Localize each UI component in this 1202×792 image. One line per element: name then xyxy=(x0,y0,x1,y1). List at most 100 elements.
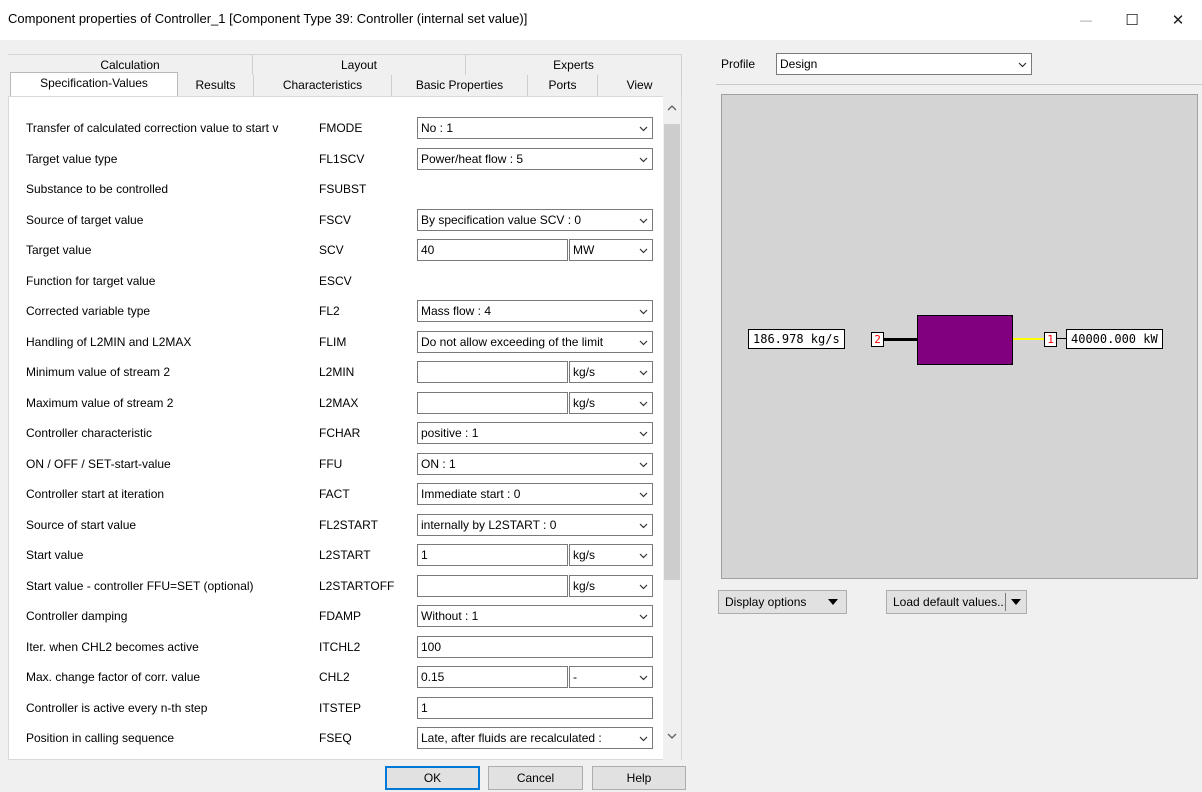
fseq-select[interactable]: Late, after fluids are recalculated : xyxy=(417,727,653,749)
select-value: positive : 1 xyxy=(421,426,479,440)
fl2start-select[interactable]: internally by L2START : 0 xyxy=(417,514,653,536)
property-label: Max. change factor of corr. value xyxy=(26,670,201,684)
chevron-down-icon xyxy=(639,370,648,376)
load-default-values-button[interactable]: Load default values... xyxy=(886,590,1027,614)
flim-select[interactable]: Do not allow exceeding of the limit xyxy=(417,331,653,353)
property-label: Function for target value xyxy=(26,274,156,288)
port-2-marker[interactable]: 2 xyxy=(871,332,884,347)
chevron-down-icon xyxy=(639,401,648,407)
property-code: FSUBST xyxy=(319,182,367,196)
tab-ports[interactable]: Ports xyxy=(528,75,598,96)
scrollbar-thumb[interactable] xyxy=(664,124,680,580)
profile-select-value: Design xyxy=(780,57,818,71)
scroll-up-arrow[interactable] xyxy=(664,100,680,116)
property-label: Minimum value of stream 2 xyxy=(26,365,171,379)
l2min-unit-select[interactable]: kg/s xyxy=(569,361,653,383)
itchl2-input[interactable]: 100 xyxy=(417,636,653,658)
property-code: FLIM xyxy=(319,335,347,349)
help-button[interactable]: Help xyxy=(592,766,686,790)
caret-down-icon xyxy=(828,599,838,605)
ok-button[interactable]: OK xyxy=(385,766,480,790)
chevron-down-icon xyxy=(639,523,648,529)
l2startoff-unit-select[interactable]: kg/s xyxy=(569,575,653,597)
caret-down-icon[interactable] xyxy=(1011,599,1021,606)
l2min-input[interactable] xyxy=(417,361,568,383)
profile-select[interactable]: Design xyxy=(776,53,1032,75)
property-code: FL2START xyxy=(319,518,378,532)
property-label: Position in calling sequence xyxy=(26,731,175,745)
controller-block[interactable] xyxy=(917,315,1013,365)
chevron-down-icon xyxy=(639,584,648,590)
property-label: Transfer of calculated correction value … xyxy=(26,121,279,135)
fl2-select[interactable]: Mass flow : 4 xyxy=(417,300,653,322)
chevron-down-icon xyxy=(639,462,648,468)
select-value: Without : 1 xyxy=(421,609,479,623)
select-value: Immediate start : 0 xyxy=(421,487,521,501)
unit-value: MW xyxy=(573,243,595,257)
specification-values-panel: Transfer of calculated correction value … xyxy=(8,96,682,760)
fact-select[interactable]: Immediate start : 0 xyxy=(417,483,653,505)
tab-characteristics[interactable]: Characteristics xyxy=(254,75,392,96)
tab-specification-values[interactable]: Specification-Values xyxy=(10,72,178,96)
select-value: No : 1 xyxy=(421,121,454,135)
l2max-unit-select[interactable]: kg/s xyxy=(569,392,653,414)
scroll-down-arrow[interactable] xyxy=(664,728,680,744)
left-stream-value: 186.978 kg/s xyxy=(748,329,845,349)
fchar-select[interactable]: positive : 1 xyxy=(417,422,653,444)
itstep-input[interactable]: 1 xyxy=(417,697,653,719)
chevron-down-icon xyxy=(639,309,648,315)
port-1-marker[interactable]: 1 xyxy=(1044,332,1057,347)
property-label: Corrected variable type xyxy=(26,304,151,318)
fdamp-select[interactable]: Without : 1 xyxy=(417,605,653,627)
property-code: L2STARTOFF xyxy=(319,579,395,593)
unit-value: kg/s xyxy=(573,365,596,379)
chevron-down-icon xyxy=(667,733,677,739)
l2startoff-input[interactable] xyxy=(417,575,568,597)
cancel-button[interactable]: Cancel xyxy=(488,766,583,790)
close-button[interactable]: ✕ xyxy=(1155,0,1201,40)
tab-basic-properties[interactable]: Basic Properties xyxy=(392,75,528,96)
property-code: ITSTEP xyxy=(319,701,362,715)
tab-experts[interactable]: Experts xyxy=(466,54,682,75)
left-connection-line xyxy=(884,338,917,341)
tab-layout[interactable]: Layout xyxy=(253,54,466,75)
chevron-down-icon xyxy=(639,492,648,498)
chevron-down-icon xyxy=(639,431,648,437)
display-options-button[interactable]: Display options xyxy=(718,590,847,614)
select-value: By specification value SCV : 0 xyxy=(421,213,582,227)
tab-view[interactable]: View xyxy=(598,75,682,96)
property-label: Iter. when CHL2 becomes active xyxy=(26,640,199,654)
property-label: ON / OFF / SET-start-value xyxy=(26,457,171,471)
chl2-input[interactable]: 0.15 xyxy=(417,666,568,688)
l2start-input[interactable]: 1 xyxy=(417,544,568,566)
chevron-down-icon xyxy=(639,614,648,620)
l2max-input[interactable] xyxy=(417,392,568,414)
property-label: Start value - controller FFU=SET (option… xyxy=(26,579,254,593)
maximize-button[interactable]: ☐ xyxy=(1109,0,1155,40)
property-code: FCHAR xyxy=(319,426,361,440)
tab-results[interactable]: Results xyxy=(178,75,254,96)
chevron-down-icon xyxy=(639,340,648,346)
component-diagram[interactable]: 186.978 kg/s 2 1 40000.000 kW xyxy=(721,94,1198,579)
fl1scv-select[interactable]: Power/heat flow : 5 xyxy=(417,148,653,170)
ffu-select[interactable]: ON : 1 xyxy=(417,453,653,475)
property-code: FDAMP xyxy=(319,609,361,623)
unit-value: kg/s xyxy=(573,396,596,410)
scv-unit-select[interactable]: MW xyxy=(569,239,653,261)
l2start-unit-select[interactable]: kg/s xyxy=(569,544,653,566)
property-code: FMODE xyxy=(319,121,363,135)
property-label: Target value xyxy=(26,243,92,257)
scv-input[interactable]: 40 xyxy=(417,239,568,261)
chl2-unit-select[interactable]: - xyxy=(569,666,653,688)
fscv-select[interactable]: By specification value SCV : 0 xyxy=(417,209,653,231)
right-connection-line xyxy=(1013,338,1044,340)
select-value: internally by L2START : 0 xyxy=(421,518,557,532)
property-label: Start value xyxy=(26,548,84,562)
fmode-select[interactable]: No : 1 xyxy=(417,117,653,139)
unit-value: - xyxy=(573,670,577,684)
property-label: Source of start value xyxy=(26,518,137,532)
chevron-down-icon xyxy=(639,736,648,742)
property-code: FL2 xyxy=(319,304,340,318)
property-label: Controller characteristic xyxy=(26,426,153,440)
minimize-button[interactable]: — xyxy=(1063,0,1109,40)
